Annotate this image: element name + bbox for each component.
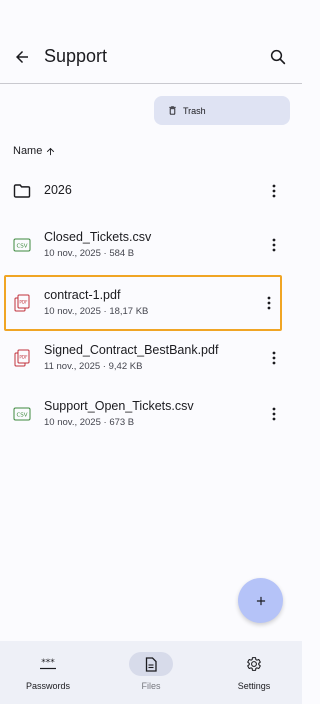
more-options-button[interactable] (266, 402, 282, 426)
list-item-file-selected[interactable]: PDF contract-1.pdf 10 nov., 2025 · 18,17… (4, 275, 282, 331)
file-name: contract-1.pdf (44, 288, 121, 302)
search-icon (270, 49, 286, 65)
more-options-button[interactable] (261, 291, 277, 315)
csv-file-icon: CSV (12, 404, 32, 424)
list-item-file[interactable]: CSV Closed_Tickets.csv 10 nov., 2025 · 5… (0, 217, 302, 273)
file-name: Support_Open_Tickets.csv (44, 399, 194, 413)
folder-icon (12, 181, 32, 201)
trash-button[interactable]: Trash (154, 96, 290, 125)
file-name: Closed_Tickets.csv (44, 230, 152, 244)
search-button[interactable] (264, 43, 292, 71)
trash-label: Trash (183, 105, 206, 116)
svg-text:***: *** (41, 658, 55, 668)
csv-file-icon: CSV (12, 235, 32, 255)
more-vert-icon (272, 407, 276, 421)
nav-label-passwords: Passwords (25, 681, 70, 691)
add-button[interactable] (238, 578, 283, 623)
back-button[interactable] (8, 43, 36, 71)
svg-text:CSV: CSV (16, 413, 27, 419)
nav-item-passwords[interactable]: *** Passwords (0, 641, 98, 704)
arrow-left-icon (16, 51, 28, 63)
nav-label-files: Files (141, 681, 161, 691)
sort-label: Name (13, 145, 43, 157)
more-options-button[interactable] (266, 233, 282, 257)
more-options-button[interactable] (266, 179, 282, 203)
pdf-file-icon: PDF (12, 348, 32, 368)
top-app-bar: Support (0, 0, 302, 84)
more-options-button[interactable] (266, 346, 282, 370)
svg-text:PDF: PDF (19, 300, 28, 305)
more-vert-icon (267, 296, 271, 310)
file-meta: 10 nov., 2025 · 18,17 KB (44, 306, 149, 317)
svg-text:PDF: PDF (19, 355, 28, 360)
file-meta: 11 nov., 2025 · 9,42 KB (44, 361, 143, 372)
file-name: Signed_Contract_BestBank.pdf (44, 343, 219, 357)
password-dots-icon: *** (40, 658, 56, 670)
more-vert-icon (272, 351, 276, 365)
trash-icon (169, 106, 176, 115)
more-vert-icon (272, 238, 276, 252)
plus-icon (256, 596, 265, 605)
list-item-file[interactable]: PDF Signed_Contract_BestBank.pdf 11 nov.… (0, 330, 302, 386)
page-title: Support (44, 46, 108, 66)
nav-item-files[interactable]: Files (101, 641, 201, 704)
sort-by-name[interactable]: Name (13, 145, 56, 157)
more-vert-icon (272, 184, 276, 198)
nav-item-settings[interactable]: Settings (204, 641, 304, 704)
file-name: 2026 (44, 183, 72, 197)
svg-text:CSV: CSV (16, 244, 27, 250)
list-item-file[interactable]: CSV Support_Open_Tickets.csv 10 nov., 20… (0, 386, 302, 442)
arrow-up-icon (47, 147, 55, 155)
nav-label-settings: Settings (237, 681, 271, 691)
bottom-navigation: *** Passwords Files Settings (0, 641, 302, 704)
list-item-folder-2026[interactable]: 2026 (0, 163, 302, 219)
file-meta: 10 nov., 2025 · 673 B (44, 417, 135, 428)
gear-icon (247, 657, 261, 671)
file-meta: 10 nov., 2025 · 584 B (44, 248, 135, 259)
document-icon (145, 656, 157, 672)
pdf-file-icon: PDF (12, 293, 32, 313)
